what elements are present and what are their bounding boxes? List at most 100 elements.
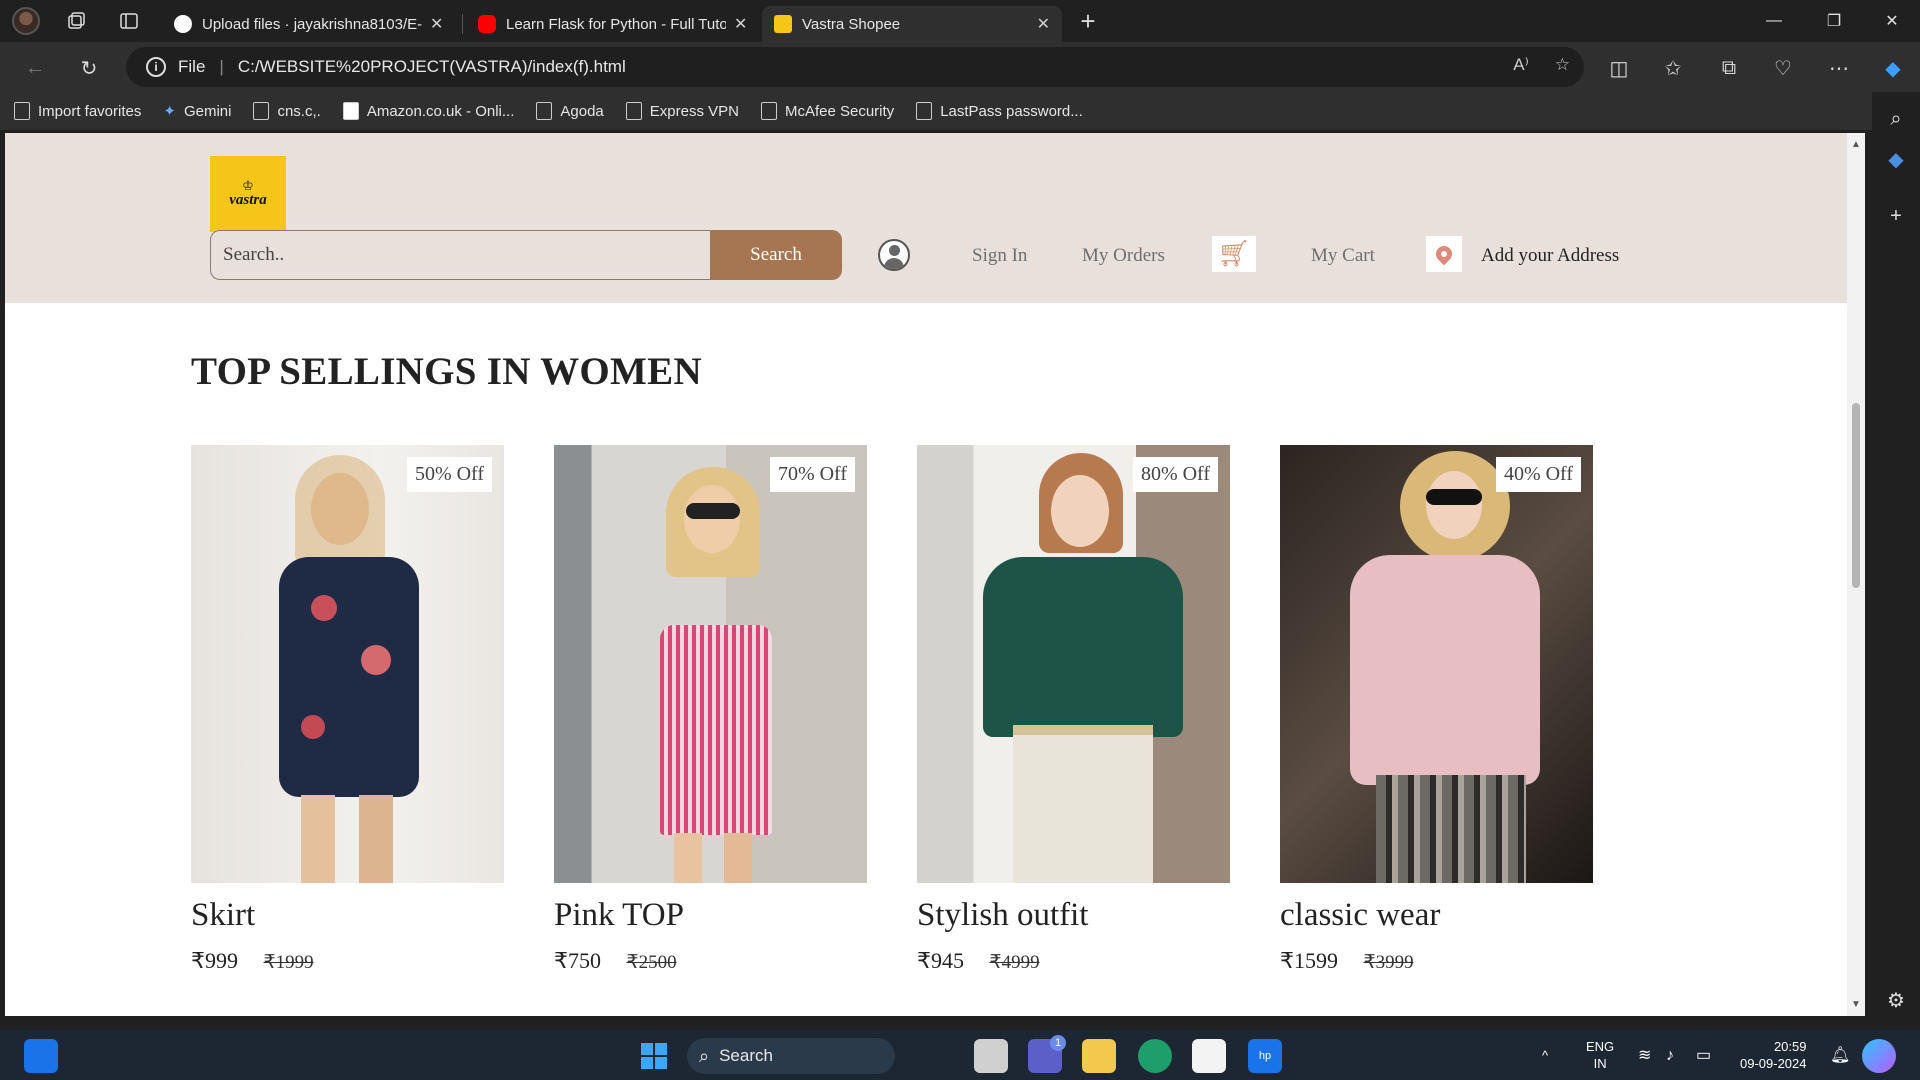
user-avatar-icon[interactable] — [878, 239, 910, 271]
start-icon[interactable] — [637, 1039, 671, 1073]
product-image[interactable]: 40% Off — [1280, 445, 1593, 883]
youtube-icon — [478, 15, 496, 33]
address-bar[interactable]: i File | C:/WEBSITE%20PROJECT(VASTRA)/in… — [126, 47, 1584, 87]
favorite-agoda[interactable]: Agoda — [536, 102, 604, 120]
minimize-icon[interactable]: — — [1746, 0, 1802, 42]
favorite-lastpass[interactable]: LastPass password... — [916, 102, 1083, 120]
page-viewport: ♔ vastra Search Sign In My Orders 🛒︎ My … — [5, 133, 1847, 1016]
windows-taskbar: ⌕ Search 1 hp ^ ENG IN ≋ ♪ ▭ 20:59 09-09… — [0, 1030, 1920, 1080]
crown-icon: ♔ — [242, 178, 254, 193]
split-screen-icon[interactable]: ◫ — [1602, 51, 1636, 85]
my-cart-link[interactable]: My Cart — [1311, 245, 1375, 267]
location-pin-icon[interactable] — [1426, 236, 1462, 272]
site-info-icon[interactable]: i — [146, 57, 166, 77]
browser-essentials-icon[interactable]: ♡ — [1766, 51, 1800, 85]
scrollbar-thumb[interactable] — [1852, 403, 1860, 588]
file-explorer-icon[interactable] — [1082, 1039, 1116, 1073]
product-price: ₹1599 — [1280, 948, 1338, 973]
favorite-amazon[interactable]: Amazon.co.uk - Onli... — [342, 102, 514, 120]
favorite-gemini[interactable]: ✦ Gemini — [163, 102, 231, 121]
url-text[interactable]: C:/WEBSITE%20PROJECT(VASTRA)/index(f).ht… — [238, 57, 626, 77]
my-orders-link[interactable]: My Orders — [1082, 245, 1165, 267]
sidebar-settings-icon[interactable]: ⚙ — [1881, 988, 1911, 1015]
new-tab-icon[interactable]: + — [1072, 5, 1104, 37]
scroll-up-icon[interactable]: ▲ — [1851, 139, 1861, 150]
microsoft-store-icon[interactable] — [1192, 1039, 1226, 1073]
edge-browser-icon[interactable] — [1138, 1039, 1172, 1073]
close-tab-icon[interactable]: ✕ — [430, 14, 443, 34]
add-sidebar-app-icon[interactable]: + — [1881, 203, 1911, 230]
task-view-icon[interactable] — [974, 1039, 1008, 1073]
discount-badge: 50% Off — [406, 457, 492, 492]
language-indicator[interactable]: ENG IN — [1586, 1030, 1614, 1080]
tab-vastra-shopee[interactable]: Vastra Shopee ✕ — [762, 6, 1062, 42]
profile-avatar[interactable] — [12, 7, 40, 35]
sign-in-link[interactable]: Sign In — [972, 245, 1027, 267]
search-input[interactable] — [210, 230, 710, 280]
add-address-link[interactable]: Add your Address — [1481, 245, 1619, 267]
tab-actions-icon[interactable] — [113, 5, 145, 37]
clock[interactable]: 20:59 09-09-2024 — [1740, 1030, 1807, 1080]
close-window-icon[interactable]: ✕ — [1864, 0, 1920, 42]
page-scrollbar[interactable]: ▲ ▼ — [1847, 133, 1865, 1016]
import-icon — [14, 102, 30, 120]
vastra-logo[interactable]: ♔ vastra — [210, 156, 286, 232]
teams-icon[interactable]: 1 — [1028, 1035, 1066, 1073]
copilot-taskbar-icon[interactable] — [1862, 1039, 1896, 1073]
wifi-icon[interactable]: ≋ — [1638, 1030, 1651, 1080]
product-name[interactable]: Skirt — [191, 897, 504, 934]
favorites-icon[interactable]: ✩ — [1656, 51, 1690, 85]
scroll-down-icon[interactable]: ▼ — [1851, 999, 1861, 1010]
gemini-icon: ✦ — [163, 103, 176, 120]
product-card[interactable]: 70% Off Pink TOP ₹750 ₹2500 — [554, 445, 867, 974]
discount-badge: 40% Off — [1495, 457, 1581, 492]
favorite-expressvpn[interactable]: Express VPN — [625, 102, 739, 120]
url-scheme-label: File — [178, 57, 206, 76]
favorite-mcafee[interactable]: McAfee Security — [760, 102, 894, 120]
refresh-icon[interactable]: ↻ — [72, 51, 106, 85]
product-card[interactable]: 50% Off Skirt ₹999 ₹1999 — [191, 445, 504, 974]
tab-github[interactable]: Upload files · jayakrishna8103/E-c ✕ — [162, 6, 458, 42]
browser-tab-strip: Upload files · jayakrishna8103/E-c ✕ Lea… — [0, 0, 1920, 42]
collections-icon[interactable]: ⧉ — [1712, 51, 1746, 85]
show-hidden-icons[interactable]: ^ — [1542, 1030, 1548, 1080]
favorite-star-icon[interactable]: ☆ — [1555, 55, 1570, 75]
cart-icon[interactable]: 🛒︎ — [1212, 236, 1256, 272]
widgets-icon[interactable] — [24, 1039, 58, 1073]
tab-title: Learn Flask for Python - Full Tutor — [506, 15, 726, 33]
product-name[interactable]: Pink TOP — [554, 897, 867, 934]
myhp-icon[interactable]: hp — [1248, 1039, 1282, 1073]
shopping-tag-icon[interactable]: ◆ — [1881, 147, 1911, 174]
clock-time: 20:59 — [1773, 1039, 1807, 1054]
product-card[interactable]: 40% Off classic wear ₹1599 ₹3999 — [1280, 445, 1593, 974]
battery-icon[interactable]: ▭ — [1696, 1030, 1711, 1080]
product-name[interactable]: classic wear — [1280, 897, 1593, 934]
teams-badge: 1 — [1050, 1035, 1066, 1051]
close-tab-icon[interactable]: ✕ — [1037, 14, 1050, 34]
site-search: Search — [210, 230, 842, 280]
search-icon[interactable]: ⌕ — [1881, 106, 1911, 133]
tab-title: Upload files · jayakrishna8103/E-c — [202, 15, 422, 33]
product-name[interactable]: Stylish outfit — [917, 897, 1230, 934]
more-menu-icon[interactable]: ⋯ — [1822, 51, 1856, 85]
restore-icon[interactable]: ❐ — [1806, 0, 1862, 42]
workspaces-icon[interactable] — [60, 5, 92, 37]
favorite-cns[interactable]: cns.c,. — [253, 102, 321, 120]
notifications-icon[interactable]: 🔔︎ — [1830, 1030, 1850, 1080]
back-icon[interactable]: ← — [18, 51, 52, 85]
close-tab-icon[interactable]: ✕ — [734, 14, 747, 34]
discount-badge: 80% Off — [1132, 457, 1218, 492]
taskbar-search[interactable]: ⌕ Search — [687, 1038, 895, 1074]
copilot-icon[interactable]: ◆ — [1876, 51, 1910, 85]
product-card[interactable]: 80% Off Stylish outfit ₹945 ₹4999 — [917, 445, 1230, 974]
edge-sidebar: ⌕ ◆ + ⚙ — [1872, 92, 1920, 1014]
product-image[interactable]: 70% Off — [554, 445, 867, 883]
tab-youtube[interactable]: Learn Flask for Python - Full Tutor ✕ — [466, 6, 762, 42]
product-image[interactable]: 80% Off — [917, 445, 1230, 883]
read-aloud-icon[interactable]: A⁾ — [1513, 55, 1529, 75]
search-button[interactable]: Search — [710, 230, 842, 280]
section-title: TOP SELLINGS IN WOMEN — [191, 350, 702, 393]
favorite-import[interactable]: Import favorites — [14, 102, 141, 120]
volume-icon[interactable]: ♪ — [1666, 1030, 1674, 1080]
product-image[interactable]: 50% Off — [191, 445, 504, 883]
